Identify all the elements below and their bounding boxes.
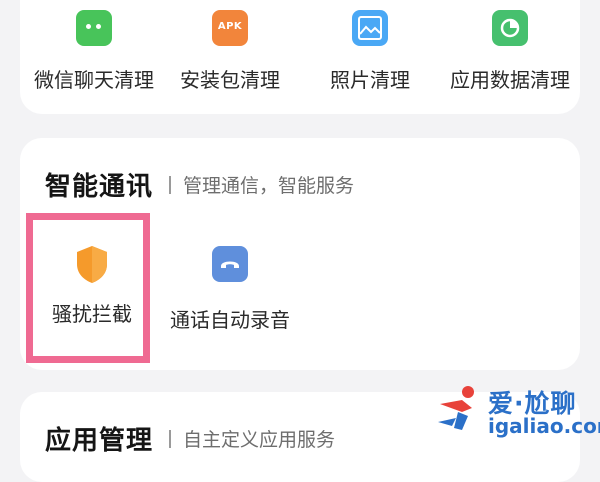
- wechat-icon: [76, 10, 112, 46]
- runner-logo-icon: [438, 386, 474, 430]
- photo-cleanup-item[interactable]: 照片清理: [300, 10, 440, 93]
- pie-chart-icon: [492, 10, 528, 46]
- highlight-frame: [26, 213, 150, 363]
- wechat-cleanup-item[interactable]: 微信聊天清理: [24, 10, 164, 93]
- watermark-logo: 爱·尬聊 igaliao.com: [432, 380, 600, 440]
- app-mgmt-title: 应用管理: [45, 426, 154, 456]
- watermark-url: igaliao.com: [488, 414, 600, 438]
- cleanup-card: 微信聊天清理 APK 安装包清理 照片清理 应用数据清理: [20, 0, 580, 114]
- wechat-cleanup-label: 微信聊天清理: [34, 68, 154, 92]
- smart-comm-header: 智能通讯 管理通信，智能服务: [45, 166, 354, 203]
- auto-call-record-label: 通话自动录音: [170, 308, 290, 332]
- apk-cleanup-item[interactable]: APK 安装包清理: [160, 10, 300, 93]
- header-divider: [169, 429, 172, 448]
- app-data-cleanup-item[interactable]: 应用数据清理: [440, 10, 580, 93]
- apk-cleanup-label: 安装包清理: [180, 68, 280, 92]
- photo-cleanup-label: 照片清理: [330, 68, 410, 92]
- app-mgmt-subtitle: 自主定义应用服务: [183, 429, 336, 451]
- call-record-icon: [212, 246, 248, 282]
- app-data-cleanup-label: 应用数据清理: [450, 68, 570, 92]
- apk-icon: APK: [212, 10, 248, 46]
- header-divider: [169, 175, 172, 194]
- photo-icon: [352, 10, 388, 46]
- smart-comm-subtitle: 管理通信，智能服务: [183, 175, 355, 197]
- smart-comm-title: 智能通讯: [45, 172, 154, 202]
- app-mgmt-header: 应用管理 自主定义应用服务: [45, 420, 335, 457]
- auto-call-record-item[interactable]: 通话自动录音: [164, 246, 296, 333]
